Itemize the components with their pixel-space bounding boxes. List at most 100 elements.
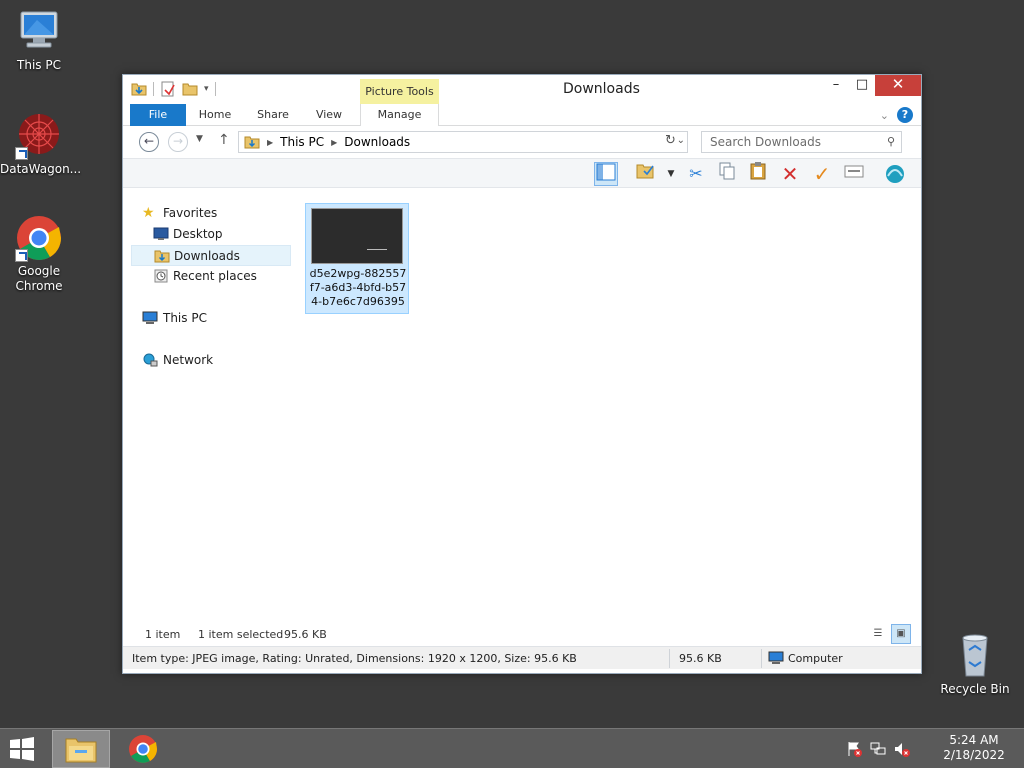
divider (761, 649, 762, 668)
details-view-icon[interactable]: ☰ (868, 624, 888, 644)
desktop-icon-label: Recycle Bin (940, 682, 1010, 696)
delete-icon[interactable]: ✕ (778, 162, 802, 186)
file-tile[interactable]: d5e2wpg-882557f7-a6d3-4bfd-b574-b7e6c7d9… (305, 203, 409, 314)
divider (669, 649, 670, 668)
recent-places-icon (154, 269, 168, 283)
properties-button-icon[interactable] (842, 162, 866, 186)
large-icons-view-icon[interactable]: ▣ (891, 624, 911, 644)
nav-downloads[interactable]: Downloads (131, 245, 291, 266)
details-size: 95.6 KB (679, 652, 722, 665)
nav-label: Favorites (163, 206, 218, 220)
address-bar[interactable]: ▶ This PC ▶ Downloads ⌄ (238, 131, 688, 153)
quick-access-toolbar: ▾ (131, 81, 216, 97)
nav-favorites[interactable]: ★ Favorites (131, 203, 291, 224)
ribbon-tabs: File Home Share View Manage ⌄ ? (123, 104, 921, 126)
up-button[interactable]: ↑ (218, 132, 230, 148)
minimize-button[interactable]: – (823, 75, 849, 96)
back-button[interactable]: ← (139, 132, 159, 152)
computer-icon (142, 311, 158, 324)
folder-down-icon[interactable] (131, 81, 147, 97)
file-name: d5e2wpg-882557f7-a6d3-4bfd-b574-b7e6c7d9… (309, 267, 407, 308)
computer-icon (768, 651, 784, 664)
desktop-icon (153, 227, 169, 240)
file-explorer-icon (65, 738, 97, 763)
volume-muted-icon[interactable] (894, 741, 910, 757)
desktop-icon-datawagon[interactable]: DataWagon... (0, 112, 82, 177)
action-center-flag-icon[interactable] (846, 741, 862, 757)
taskbar-chrome[interactable] (114, 730, 172, 768)
nav-label: Recent places (173, 269, 257, 283)
new-folder-icon[interactable] (182, 81, 198, 97)
toolbar-dropdown-icon[interactable]: ▼ (659, 162, 683, 186)
address-dropdown-icon[interactable]: ⌄ (677, 135, 685, 146)
datawagon-icon (15, 112, 63, 160)
rename-check-icon[interactable]: ✓ (810, 162, 834, 186)
image-thumbnail (311, 208, 403, 264)
refresh-icon[interactable]: ↻ (665, 133, 676, 148)
taskbar-file-explorer[interactable] (52, 730, 110, 768)
downloads-folder-icon (244, 136, 260, 149)
properties-icon[interactable] (160, 81, 176, 97)
taskbar: 5:24 AM 2/18/2022 (0, 728, 1024, 768)
breadcrumb-separator-icon: ▶ (331, 137, 338, 147)
tab-file[interactable]: File (130, 104, 186, 126)
network-tray-icon[interactable] (870, 741, 886, 757)
details-location: Computer (788, 652, 843, 665)
network-icon (143, 353, 158, 367)
status-selected: 1 item selected (198, 628, 284, 641)
nav-recent-places[interactable]: Recent places (131, 266, 291, 287)
search-icon[interactable]: ⚲ (887, 135, 895, 148)
customize-qat-icon[interactable]: ▾ (204, 84, 209, 94)
picture-tools-context-tab: Picture Tools (360, 79, 439, 104)
tab-home[interactable]: Home (189, 104, 241, 126)
view-switcher: ☰ ▣ (868, 624, 911, 644)
select-all-icon[interactable] (634, 162, 658, 186)
explorer-window: ▾ Picture Tools Downloads – □ ✕ File Hom… (122, 74, 922, 674)
breadcrumb-separator-icon: ▶ (267, 137, 274, 147)
taskbar-clock[interactable]: 5:24 AM 2/18/2022 (934, 733, 1014, 763)
status-item-count: 1 item (145, 628, 181, 641)
preview-pane-button[interactable] (594, 162, 618, 186)
window-title: Downloads (563, 81, 640, 97)
status-size: 95.6 KB (284, 628, 327, 641)
maximize-button[interactable]: □ (849, 75, 875, 96)
star-icon: ★ (142, 205, 155, 221)
paste-icon[interactable] (746, 162, 770, 186)
start-button[interactable] (6, 735, 40, 763)
chrome-icon (129, 735, 157, 763)
expand-ribbon-icon[interactable]: ⌄ (880, 109, 889, 122)
desktop-icon-google-chrome[interactable]: Google Chrome (0, 214, 78, 294)
forward-button[interactable]: → (168, 132, 188, 152)
tab-manage[interactable]: Manage (360, 104, 439, 126)
tab-share[interactable]: Share (245, 104, 301, 126)
desktop-icon-this-pc[interactable]: This PC (0, 8, 78, 73)
cut-icon[interactable]: ✂ (684, 162, 708, 186)
search-input[interactable]: Search Downloads ⚲ (701, 131, 902, 153)
recent-locations-icon[interactable]: ▼ (196, 134, 203, 144)
nav-this-pc[interactable]: This PC (131, 308, 291, 329)
close-button[interactable]: ✕ (875, 75, 921, 96)
desktop-icon-label: This PC (17, 58, 61, 72)
shortcut-arrow-icon (15, 147, 28, 160)
breadcrumb-downloads[interactable]: Downloads (344, 135, 410, 149)
clock-time: 5:24 AM (949, 733, 999, 747)
desktop-icon-label: DataWagon... (0, 162, 82, 176)
shell-icon[interactable] (883, 162, 907, 186)
nav-desktop[interactable]: Desktop (131, 224, 291, 245)
file-list: d5e2wpg-882557f7-a6d3-4bfd-b574-b7e6c7d9… (303, 203, 913, 623)
nav-label: Network (163, 353, 214, 367)
details-bar: Item type: JPEG image, Rating: Unrated, … (123, 646, 921, 669)
breadcrumb-this-pc[interactable]: This PC (280, 135, 324, 149)
help-icon[interactable]: ? (897, 107, 913, 123)
nav-label: This PC (163, 311, 207, 325)
tab-view[interactable]: View (305, 104, 353, 126)
copy-icon[interactable] (715, 162, 739, 186)
system-tray: 5:24 AM 2/18/2022 (844, 729, 1014, 768)
clock-date: 2/18/2022 (943, 748, 1005, 762)
chrome-icon (15, 214, 63, 262)
desktop-icon-recycle-bin[interactable]: Recycle Bin (936, 632, 1014, 697)
downloads-folder-icon (154, 250, 170, 263)
desktop-icon-label: Google Chrome (15, 264, 63, 293)
nav-network[interactable]: Network (131, 350, 291, 371)
